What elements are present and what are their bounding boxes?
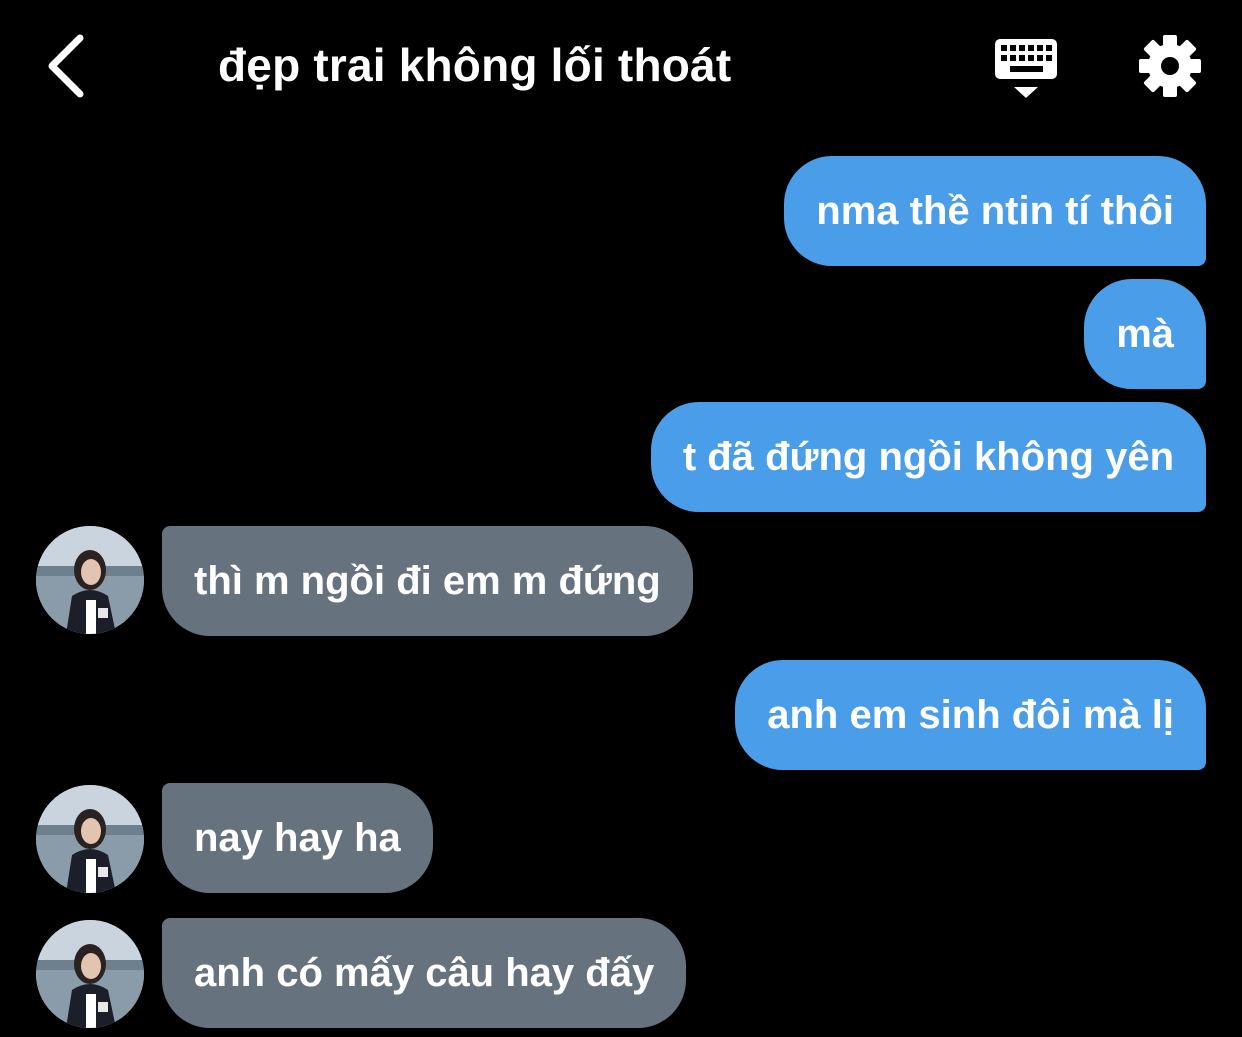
avatar-photo xyxy=(36,785,144,893)
avatar[interactable] xyxy=(36,920,144,1028)
message-text: anh em sinh đôi mà lị xyxy=(767,693,1174,737)
settings-button[interactable] xyxy=(1138,34,1202,98)
message-bubble-sent[interactable]: anh em sinh đôi mà lị xyxy=(735,660,1206,770)
chat-title: đẹp trai không lối thoát xyxy=(218,39,732,91)
message-text: anh có mấy câu hay đấy xyxy=(194,951,655,995)
keyboard-toggle-button[interactable] xyxy=(990,36,1062,100)
gear-icon xyxy=(1139,35,1201,97)
avatar[interactable] xyxy=(36,526,144,634)
message-bubble-sent[interactable]: nma thề ntin tí thôi xyxy=(784,156,1206,266)
chat-header: đẹp trai không lối thoát xyxy=(0,0,1242,130)
message-bubble-received[interactable]: anh có mấy câu hay đấy xyxy=(162,918,687,1028)
message-text: nay hay ha xyxy=(194,816,401,860)
message-text: nma thề ntin tí thôi xyxy=(816,189,1174,233)
chevron-left-icon xyxy=(48,34,84,98)
back-button[interactable] xyxy=(38,30,98,102)
avatar-photo xyxy=(36,920,144,1028)
message-text: t đã đứng ngồi không yên xyxy=(682,435,1174,479)
message-text: thì m ngồi đi em m đứng xyxy=(194,559,661,603)
message-bubble-sent[interactable]: t đã đứng ngồi không yên xyxy=(650,402,1206,512)
keyboard-icon xyxy=(995,39,1057,98)
message-bubble-sent[interactable]: mà xyxy=(1084,279,1206,389)
avatar[interactable] xyxy=(36,785,144,893)
message-bubble-received[interactable]: nay hay ha xyxy=(162,783,433,893)
avatar-photo xyxy=(36,526,144,634)
message-bubble-received[interactable]: thì m ngồi đi em m đứng xyxy=(162,526,693,636)
message-text: mà xyxy=(1116,312,1174,356)
